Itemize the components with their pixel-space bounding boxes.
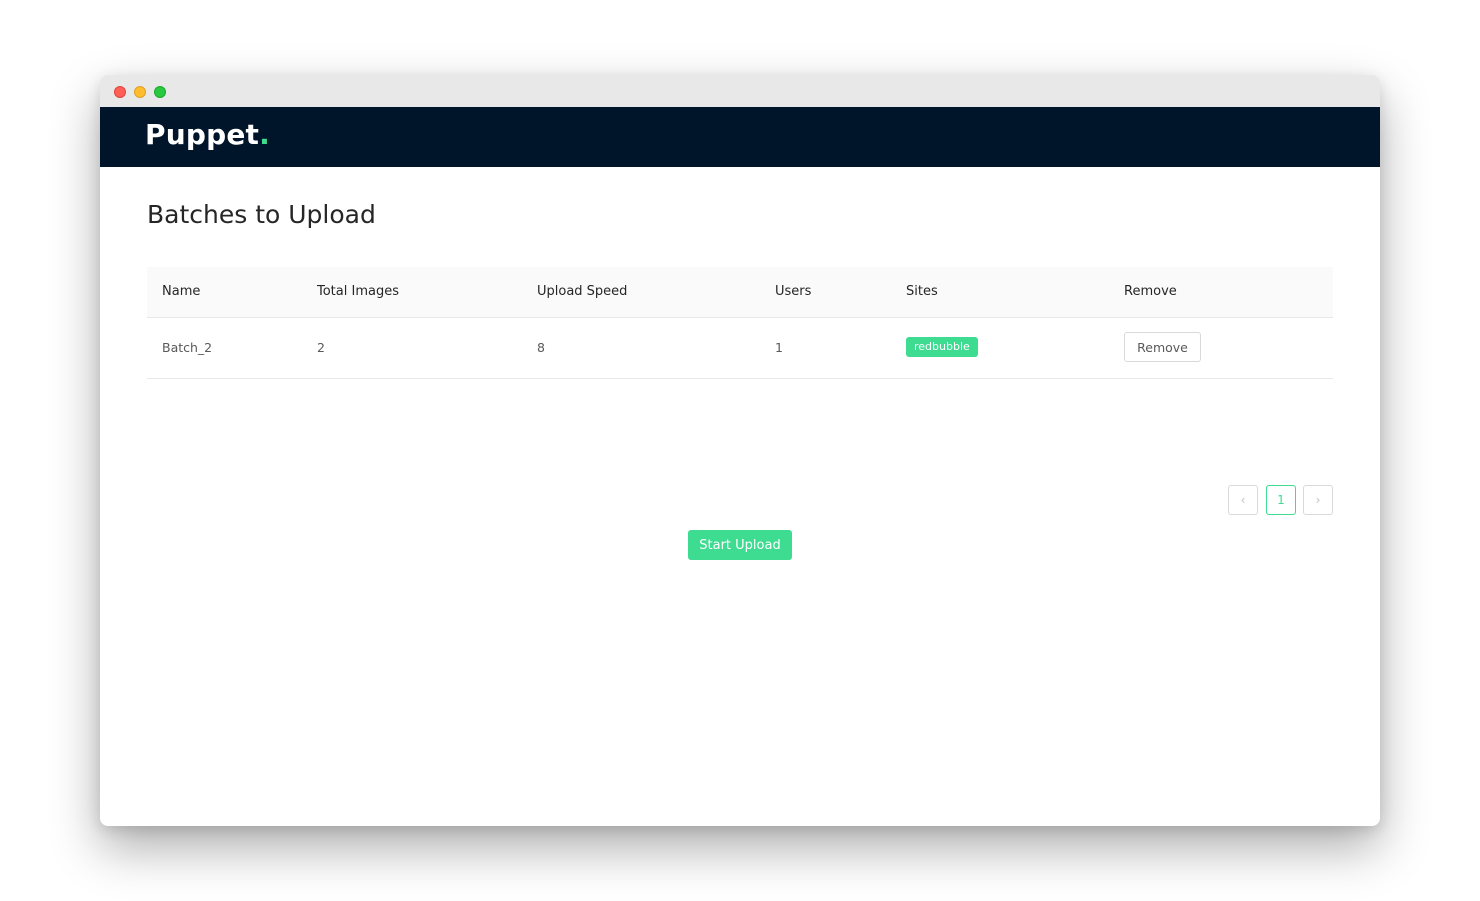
cell-name: Batch_2 — [162, 340, 213, 355]
cell-total-images: 2 — [317, 340, 325, 355]
table-row: Batch_2 2 8 1 redbubble Remove — [147, 318, 1333, 379]
page-title: Batches to Upload — [147, 200, 376, 229]
window-titlebar — [100, 75, 1380, 107]
start-upload-button[interactable]: Start Upload — [688, 530, 792, 560]
chevron-right-icon: › — [1315, 493, 1321, 507]
table-header: Name Total Images Upload Speed Users Sit… — [147, 267, 1333, 318]
cell-users: 1 — [775, 340, 783, 355]
column-header-users: Users — [775, 284, 812, 299]
cell-upload-speed: 8 — [537, 340, 545, 355]
pagination-page-1[interactable]: 1 — [1266, 485, 1296, 515]
pagination-next-button[interactable]: › — [1303, 485, 1333, 515]
pagination-prev-button[interactable]: ‹ — [1228, 485, 1258, 515]
logo-text: Puppet — [145, 118, 260, 151]
close-window-button[interactable] — [114, 86, 126, 98]
column-header-sites: Sites — [906, 284, 938, 299]
chevron-left-icon: ‹ — [1240, 493, 1246, 507]
app-window: Puppet. Batches to Upload Name Total Ima… — [100, 75, 1380, 826]
column-header-total-images: Total Images — [317, 284, 399, 299]
remove-batch-button[interactable]: Remove — [1124, 332, 1201, 362]
maximize-window-button[interactable] — [154, 86, 166, 98]
site-tag: redbubble — [906, 337, 978, 357]
logo-dot: . — [259, 118, 270, 151]
app-header: Puppet. — [100, 107, 1380, 167]
column-header-name: Name — [162, 284, 201, 299]
column-header-remove: Remove — [1124, 284, 1177, 299]
minimize-window-button[interactable] — [134, 86, 146, 98]
app-logo[interactable]: Puppet. — [145, 118, 270, 151]
batches-table: Name Total Images Upload Speed Users Sit… — [147, 267, 1333, 379]
column-header-upload-speed: Upload Speed — [537, 284, 628, 299]
